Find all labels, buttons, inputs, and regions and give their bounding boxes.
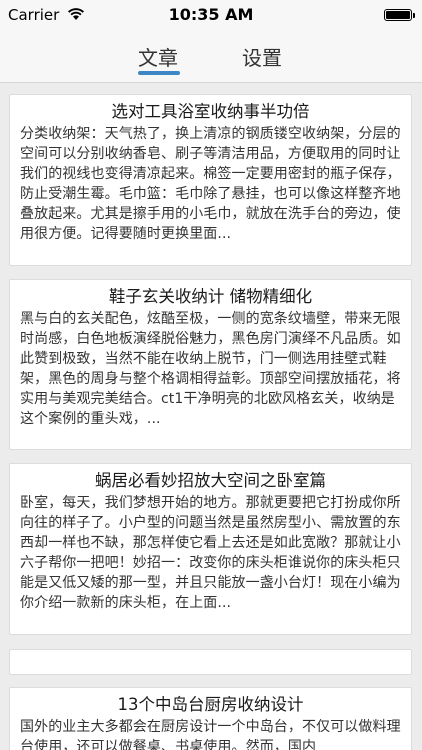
article-title: 鞋子玄关收纳计 储物精细化 [108, 287, 313, 306]
status-time: 10:35 AM [168, 5, 254, 24]
battery-tip [413, 13, 415, 18]
article-excerpt: 卧室，每天，我们梦想开始的地方。那就更要把它打扮成你所向往的样子了。小户型的问题… [20, 495, 401, 611]
article-excerpt: 国外的业主大多都会在厨房设计一个中岛台，不仅可以做料理台使用，还可以做餐桌、书桌… [20, 719, 401, 750]
article-title: 13个中岛台厨房收纳设计 [117, 695, 304, 714]
battery-icon [384, 9, 412, 21]
top-tab-bar: 文章 设置 [0, 30, 422, 83]
article-excerpt: 黑与白的玄关配色，炫酷至极，一侧的宽条纹墙壁，带来无限时尚感，白色地板演绎脱俗魅… [20, 311, 401, 427]
tab-settings[interactable]: 设置 [242, 42, 282, 71]
article-list[interactable]: 选对工具浴室收纳事半功倍 分类收纳架：天气热了，换上清凉的钢质镂空收纳架，分层的… [0, 83, 422, 750]
article-card[interactable]: 选对工具浴室收纳事半功倍 分类收纳架：天气热了，换上清凉的钢质镂空收纳架，分层的… [9, 94, 412, 266]
status-bar: Carrier 10:35 AM [0, 0, 422, 30]
active-tab-indicator [138, 71, 180, 75]
article-excerpt: 分类收纳架：天气热了，换上清凉的钢质镂空收纳架，分层的空间可以分别收纳香皂、刷子… [20, 126, 401, 242]
article-card[interactable]: 13个中岛台厨房收纳设计 国外的业主大多都会在厨房设计一个中岛台，不仅可以做料理… [9, 687, 412, 750]
article-card-empty[interactable] [9, 649, 412, 675]
article-card[interactable]: 鞋子玄关收纳计 储物精细化 黑与白的玄关配色，炫酷至极，一侧的宽条纹墙壁，带来无… [9, 279, 412, 450]
tab-articles[interactable]: 文章 [138, 42, 178, 71]
article-title: 蜗居必看妙招放大空间之卧室篇 [95, 471, 326, 490]
article-card[interactable]: 蜗居必看妙招放大空间之卧室篇 卧室，每天，我们梦想开始的地方。那就更要把它打扮成… [9, 463, 412, 635]
article-title: 选对工具浴室收纳事半功倍 [111, 102, 310, 121]
